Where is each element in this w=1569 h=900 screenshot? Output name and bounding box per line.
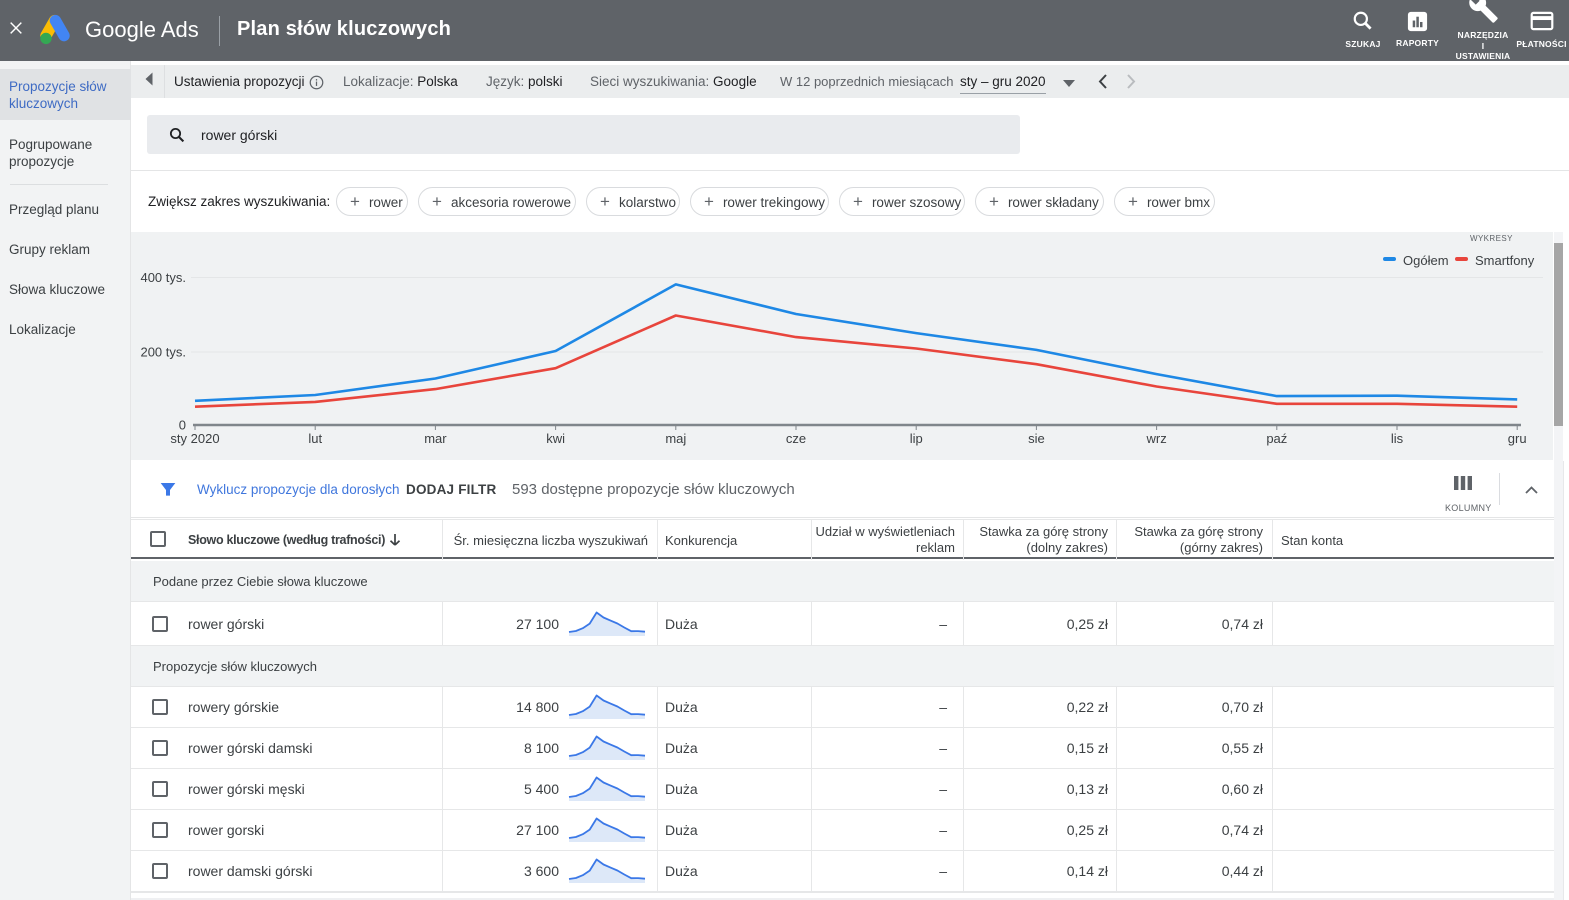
svg-text:cze: cze [786, 431, 806, 446]
svg-text:mar: mar [424, 431, 447, 446]
svg-text:200 tys.: 200 tys. [140, 345, 186, 360]
svg-text:gru: gru [1508, 431, 1527, 446]
svg-text:kwi: kwi [546, 431, 565, 446]
svg-text:paź: paź [1266, 431, 1287, 446]
svg-text:sty 2020: sty 2020 [170, 431, 219, 446]
svg-text:lip: lip [910, 431, 923, 446]
svg-text:lis: lis [1391, 431, 1404, 446]
svg-text:400 tys.: 400 tys. [140, 270, 186, 285]
svg-text:sie: sie [1028, 431, 1045, 446]
svg-text:wrz: wrz [1145, 431, 1166, 446]
svg-text:lut: lut [308, 431, 322, 446]
svg-text:maj: maj [665, 431, 686, 446]
